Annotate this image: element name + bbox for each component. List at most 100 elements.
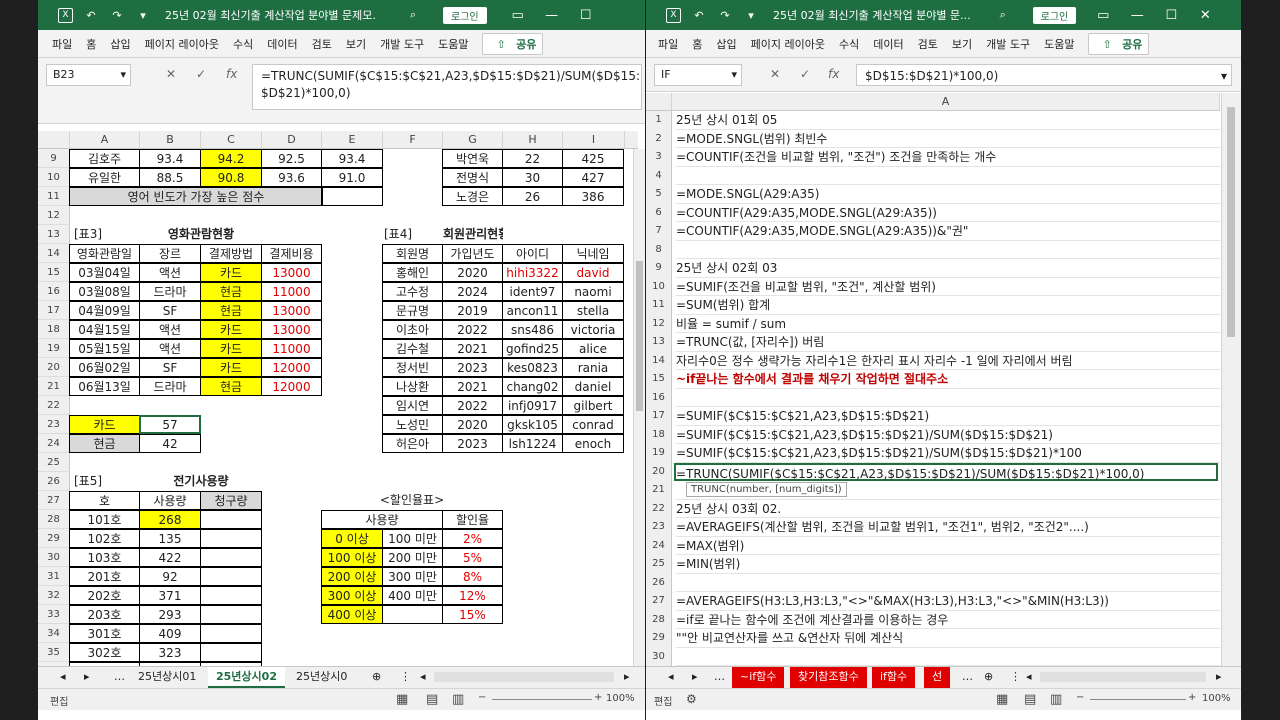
cell[interactable]: 2020: [442, 263, 503, 282]
insert-function-icon[interactable]: fx: [828, 67, 839, 81]
tab-help[interactable]: 도움말: [1044, 36, 1074, 52]
row-number[interactable]: 25: [646, 555, 672, 574]
tab-sheet[interactable]: ~if함수: [732, 667, 785, 688]
cell[interactable]: 2022: [442, 320, 503, 339]
cell[interactable]: 22: [502, 149, 563, 168]
ribbon-display-icon[interactable]: ▭: [501, 8, 535, 23]
tab-home[interactable]: 홈: [86, 36, 96, 52]
tab-view[interactable]: 보기: [952, 36, 972, 52]
cell[interactable]: 8%: [442, 567, 503, 586]
close-button[interactable]: ✕: [1188, 8, 1222, 23]
cell[interactable]: 93.4: [321, 149, 383, 168]
cell[interactable]: [200, 643, 262, 662]
add-sheet-icon[interactable]: ⊕: [976, 667, 1001, 688]
tab-file[interactable]: 파일: [52, 36, 72, 52]
undo-icon[interactable]: ↶: [83, 8, 99, 22]
cell[interactable]: 323: [139, 643, 201, 662]
cell[interactable]: chang02: [502, 377, 563, 396]
cell[interactable]: [382, 605, 443, 624]
vertical-scrollbar[interactable]: [1221, 93, 1241, 666]
tab-data[interactable]: 데이터: [873, 36, 903, 52]
row-number[interactable]: 20: [646, 462, 672, 481]
cell[interactable]: kes0823: [502, 358, 563, 377]
expand-formula-icon[interactable]: ▾: [1221, 68, 1227, 85]
cell[interactable]: stella: [562, 301, 624, 320]
row-number[interactable]: 19: [646, 444, 672, 463]
select-all-corner[interactable]: [646, 93, 672, 111]
cell[interactable]: =SUMIF($C$15:$C$21,A23,$D$15:$D$21): [676, 407, 1220, 426]
header-cell[interactable]: 호: [69, 491, 140, 510]
tab-insert[interactable]: 삽입: [716, 36, 736, 52]
prev-sheet-icon[interactable]: ◂: [52, 667, 74, 688]
zoom-out-icon[interactable]: −: [1076, 692, 1084, 703]
cell[interactable]: 386: [562, 187, 624, 206]
tab-sheet-active[interactable]: 25년상시02: [208, 667, 285, 688]
table-title[interactable]: 회원관리현황: [443, 225, 503, 244]
cell[interactable]: 30: [502, 168, 563, 187]
formula-input[interactable]: $D$15:$D$21)*100,0) ▾: [856, 64, 1232, 86]
cell[interactable]: 93.4: [139, 149, 201, 168]
cell[interactable]: 현금: [69, 434, 140, 453]
tab-developer[interactable]: 개발 도구: [380, 36, 424, 52]
row-number[interactable]: 24: [38, 434, 70, 453]
cell[interactable]: =TRUNC(값, [자리수]) 버림: [676, 333, 1220, 352]
cell[interactable]: 2021: [442, 377, 503, 396]
row-number[interactable]: 23: [646, 518, 672, 537]
col-header[interactable]: F: [383, 131, 443, 149]
undo-icon[interactable]: ↶: [691, 8, 707, 22]
tab-review[interactable]: 검토: [918, 36, 938, 52]
share-button[interactable]: ⇧ 공유: [482, 32, 544, 55]
row-number[interactable]: 11: [38, 187, 70, 206]
cell[interactable]: 100 미만: [382, 529, 443, 548]
accessibility-icon[interactable]: ⚙: [686, 692, 697, 706]
col-header[interactable]: H: [503, 131, 563, 149]
cell[interactable]: 12%: [442, 586, 503, 605]
col-header[interactable]: D: [262, 131, 322, 149]
cell[interactable]: =MODE.SNGL(범위) 최빈수: [676, 130, 1220, 148]
maximize-button[interactable]: ☐: [569, 8, 603, 23]
zoom-level[interactable]: 100%: [606, 693, 635, 704]
enter-icon[interactable]: ✓: [196, 67, 206, 81]
page-break-icon[interactable]: ▥: [1050, 692, 1062, 707]
cell[interactable]: =COUNTIF(A29:A35,MODE.SNGL(A29:A35))&"권": [676, 222, 1220, 241]
row-number[interactable]: 22: [646, 499, 672, 518]
table-title[interactable]: 영화관람현황: [140, 225, 262, 244]
cell[interactable]: 409: [139, 624, 201, 643]
header-cell[interactable]: 아이디: [502, 244, 563, 263]
scroll-thumb[interactable]: [636, 261, 643, 411]
row-number[interactable]: 27: [38, 491, 70, 510]
col-header[interactable]: G: [443, 131, 503, 149]
login-button[interactable]: 로그인: [443, 6, 487, 24]
cell[interactable]: alice: [562, 339, 624, 358]
name-box-dropdown-icon[interactable]: ▾: [120, 68, 126, 81]
zoom-slider[interactable]: [492, 699, 592, 700]
row-number[interactable]: 6: [646, 203, 672, 222]
tab-insert[interactable]: 삽입: [110, 36, 130, 52]
header-cell[interactable]: 할인율: [442, 510, 503, 529]
row-number[interactable]: 17: [646, 407, 672, 426]
cancel-icon[interactable]: ✕: [770, 67, 780, 81]
cell[interactable]: ~if끝나는 함수에서 결과를 채우기 작업하면 절대주소: [676, 370, 1220, 389]
header-cell[interactable]: 가입년도: [442, 244, 503, 263]
tab-sheet[interactable]: if함수: [872, 667, 916, 688]
normal-view-icon[interactable]: ▦: [396, 692, 408, 707]
row-number[interactable]: 14: [646, 351, 672, 370]
cell[interactable]: ""안 비교연산자를 쓰고 &연산자 뒤에 계산식: [676, 629, 1220, 648]
normal-view-icon[interactable]: ▦: [996, 692, 1008, 707]
row-number[interactable]: 25: [38, 453, 70, 472]
cell[interactable]: gofind25: [502, 339, 563, 358]
scroll-left-icon[interactable]: ◂: [412, 667, 434, 688]
header-cell[interactable]: 사용량: [321, 510, 443, 529]
cell[interactable]: 26: [502, 187, 563, 206]
row-number[interactable]: 9: [38, 149, 70, 168]
horizontal-scrollbar[interactable]: [434, 672, 614, 682]
quick-access-dropdown-icon[interactable]: ▾: [743, 8, 759, 22]
row-number[interactable]: 7: [646, 222, 672, 241]
cell[interactable]: =AVERAGEIFS(계산할 범위, 조건을 비교할 범위1, "조건1", …: [676, 518, 1220, 537]
tab-file[interactable]: 파일: [658, 36, 678, 52]
tab-help[interactable]: 도움말: [438, 36, 468, 52]
row-number[interactable]: 29: [646, 629, 672, 648]
cell[interactable]: [676, 389, 1220, 407]
cell[interactable]: [200, 624, 262, 643]
header-cell[interactable]: 회원명: [382, 244, 443, 263]
